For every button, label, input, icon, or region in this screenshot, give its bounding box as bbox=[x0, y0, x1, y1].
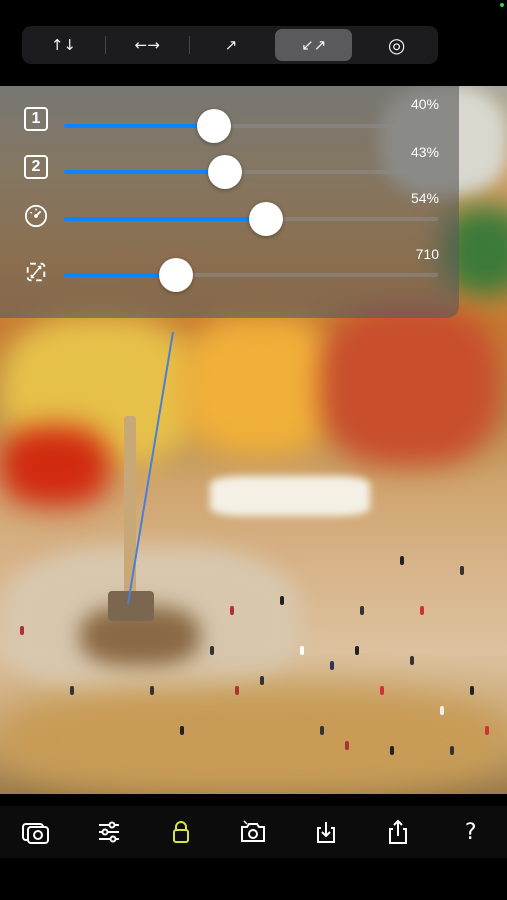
arrow-up-right-icon: ↗ bbox=[224, 36, 238, 54]
status-indicator bbox=[500, 3, 504, 7]
diagonal-inward-mode-button[interactable]: ↙↗ bbox=[275, 29, 353, 61]
slider-4-thumb[interactable] bbox=[159, 258, 194, 292]
bottom-toolbar: ? bbox=[0, 806, 507, 858]
switch-camera-button[interactable] bbox=[233, 812, 273, 852]
help-icon: ? bbox=[464, 819, 477, 845]
camera-flip-icon bbox=[239, 820, 267, 844]
up-down-arrows-icon: ↑↓ bbox=[50, 36, 76, 54]
adjustment-panel: 1 40% 2 43% 54% 710 bbox=[0, 86, 459, 318]
divider bbox=[188, 36, 190, 54]
vertical-mode-button[interactable]: ↑↓ bbox=[25, 29, 102, 61]
resize-rotate-icon bbox=[24, 260, 48, 284]
divider bbox=[104, 36, 106, 54]
slider-row-4: 710 bbox=[0, 244, 459, 294]
slider-2-thumb[interactable] bbox=[207, 155, 242, 189]
slider-3-track[interactable] bbox=[64, 202, 438, 236]
download-icon bbox=[315, 820, 337, 844]
slider-1-fill bbox=[64, 124, 214, 128]
gallery-button[interactable] bbox=[16, 812, 56, 852]
save-button[interactable] bbox=[306, 812, 346, 852]
slider-4-value: 710 bbox=[415, 246, 439, 262]
diagonal-mode-button[interactable]: ↗ bbox=[193, 29, 270, 61]
radial-mode-button[interactable]: ◎ bbox=[358, 29, 435, 61]
number-2-box-icon: 2 bbox=[24, 155, 48, 179]
slider-3-thumb[interactable] bbox=[248, 202, 283, 236]
lock-icon bbox=[172, 820, 190, 844]
slider-2-track[interactable] bbox=[64, 155, 438, 189]
share-button[interactable] bbox=[378, 812, 418, 852]
adjustments-button[interactable] bbox=[89, 812, 129, 852]
lock-button[interactable] bbox=[161, 812, 201, 852]
share-icon bbox=[387, 819, 409, 845]
arrows-diagonal-in-icon: ↙↗ bbox=[301, 36, 327, 54]
number-1-box-icon: 1 bbox=[24, 107, 48, 131]
slider-row-3: 54% bbox=[0, 188, 459, 238]
sliders-adjust-icon bbox=[97, 821, 121, 843]
slider-3-fill bbox=[64, 217, 266, 221]
slider-1-thumb[interactable] bbox=[196, 109, 231, 143]
slider-row-2: 2 43% bbox=[0, 142, 459, 192]
left-right-arrows-icon: ←→ bbox=[134, 36, 160, 54]
slider-row-1: 1 40% bbox=[0, 96, 459, 146]
slider-4-track[interactable] bbox=[64, 258, 438, 292]
horizontal-mode-button[interactable]: ←→ bbox=[109, 29, 186, 61]
slider-2-fill bbox=[64, 170, 225, 174]
radial-target-icon: ◎ bbox=[387, 33, 406, 57]
help-button[interactable]: ? bbox=[451, 812, 491, 852]
slider-3-value: 54% bbox=[410, 190, 439, 206]
gallery-camera-icon bbox=[22, 820, 50, 844]
slider-1-value: 40% bbox=[410, 96, 439, 112]
speedometer-icon bbox=[24, 204, 48, 228]
mode-selector: ↑↓ ←→ ↗ ↙↗ ◎ bbox=[22, 26, 438, 64]
slider-2-value: 43% bbox=[410, 144, 439, 160]
slider-1-track[interactable] bbox=[64, 109, 438, 143]
